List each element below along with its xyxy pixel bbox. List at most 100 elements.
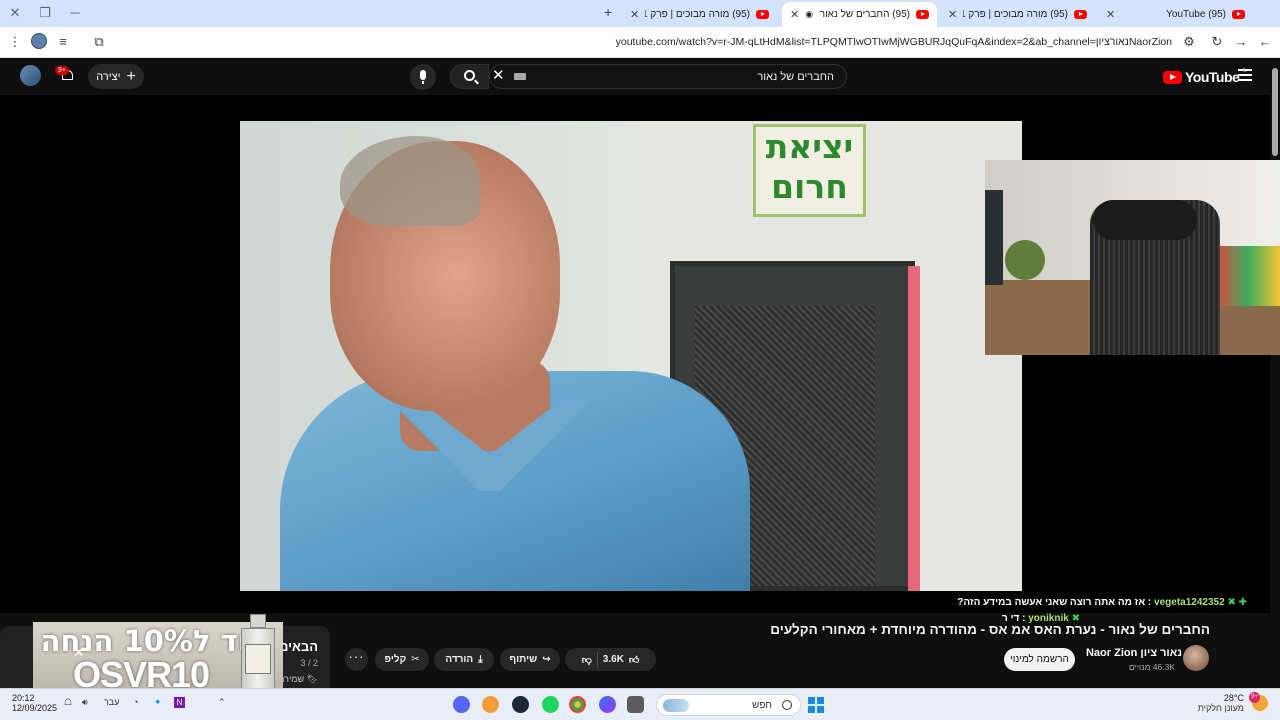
download-button[interactable]: ⤓ הורדה bbox=[434, 648, 494, 671]
scissors-icon: ✂ bbox=[411, 654, 420, 665]
like-dislike-group: 👍︎ 3.6K 👎︎ bbox=[565, 648, 656, 671]
network-icon[interactable]: ☖ bbox=[64, 697, 72, 708]
chat-username: vegeta1242352 bbox=[1154, 597, 1225, 608]
window-minimize-icon[interactable]: ─ bbox=[65, 3, 85, 23]
audio-playing-icon[interactable]: ◉ bbox=[805, 9, 813, 20]
task-view-icon[interactable] bbox=[627, 696, 644, 713]
search-query[interactable]: החברים של נאור bbox=[757, 71, 834, 83]
more-actions-button[interactable]: ··· bbox=[345, 648, 368, 671]
chrome-icon[interactable] bbox=[569, 696, 586, 713]
new-tab-icon[interactable]: + bbox=[604, 4, 612, 20]
dislike-icon[interactable]: 👎︎ bbox=[582, 654, 592, 666]
browser-tab-4[interactable]: (95) מורה מבוכים | פרק 1: ההר ✕ bbox=[622, 3, 777, 25]
search-input[interactable]: החברים של נאור bbox=[489, 64, 847, 89]
tab-close-icon[interactable]: ✕ bbox=[630, 8, 639, 21]
create-button[interactable]: + יצירה bbox=[88, 64, 144, 89]
plus-icon: + bbox=[126, 67, 136, 85]
logo-text: YouTube bbox=[1185, 69, 1240, 85]
channel-avatar[interactable] bbox=[1183, 645, 1209, 671]
discord-icon[interactable] bbox=[453, 696, 470, 713]
forward-icon[interactable]: → bbox=[1232, 33, 1250, 51]
browser-tab-active[interactable]: (95) החברים של נאור - נערת ◉ ✕ bbox=[782, 2, 937, 27]
clock[interactable]: 20:12 12/09/2025 bbox=[12, 693, 57, 713]
clock-time: 20:12 bbox=[12, 693, 35, 703]
app-icon[interactable] bbox=[482, 696, 499, 713]
weather-desc: מעונן חלקית bbox=[1197, 703, 1244, 713]
tab-title: (95) מורה מבוכים | פרק 1: ההר bbox=[645, 8, 750, 20]
channel-name[interactable]: נאור ציון Naor Zion bbox=[1086, 647, 1182, 659]
onenote-icon[interactable]: N bbox=[174, 697, 185, 708]
webcam-overlay bbox=[985, 160, 1280, 355]
youtube-play-icon bbox=[1163, 70, 1182, 84]
user-avatar[interactable] bbox=[20, 65, 41, 86]
scrollbar-thumb[interactable] bbox=[1272, 68, 1278, 156]
video-player[interactable]: יציאת חרום bbox=[0, 95, 1280, 613]
ad-close-icon[interactable]: ✕ bbox=[73, 644, 85, 661]
search-icon bbox=[782, 700, 792, 710]
download-label: הורדה bbox=[445, 654, 474, 665]
tab-close-icon[interactable]: ✕ bbox=[948, 8, 957, 21]
wifi-icon[interactable]: ◔ bbox=[133, 697, 138, 707]
playlist-title: הבאים bbox=[279, 639, 318, 654]
meta-icon[interactable] bbox=[599, 696, 616, 713]
weather-badge: 9+ bbox=[1249, 692, 1260, 703]
window-close-icon[interactable]: ✕ bbox=[5, 3, 25, 23]
search-button[interactable] bbox=[450, 64, 489, 89]
playlist-save[interactable]: 🔖︎ שמירה bbox=[279, 674, 318, 685]
taskbar-search[interactable]: חפש bbox=[656, 694, 801, 716]
keyboard-icon[interactable] bbox=[514, 73, 526, 80]
share-button[interactable]: ↪ שיתוף bbox=[500, 648, 560, 671]
media-controls-icon[interactable]: ≡ bbox=[54, 33, 72, 51]
subscriber-count: 46.3K מנויים bbox=[1129, 662, 1175, 672]
lang-indicator[interactable]: עבר bbox=[104, 697, 119, 707]
weather-temp: 28°C bbox=[1223, 693, 1244, 703]
exit-sign: יציאת חרום bbox=[753, 124, 866, 217]
clear-search-icon[interactable]: ✕ bbox=[492, 68, 505, 83]
reload-icon[interactable]: ↻ bbox=[1208, 33, 1226, 51]
weather-widget[interactable]: 28°C מעונן חלקית bbox=[1198, 693, 1244, 713]
tab-title: (95) החברים של נאור - נערת bbox=[819, 9, 910, 20]
profile-avatar[interactable] bbox=[31, 33, 47, 49]
start-icon[interactable] bbox=[808, 697, 824, 713]
browser-tab-2[interactable]: (95) מורה מבוכים | פרק 1: ההרפת ✕ bbox=[940, 3, 1095, 25]
window-restore-icon[interactable]: ❐ bbox=[35, 3, 55, 23]
browser-tab-1[interactable]: (95) YouTube ✕ bbox=[1098, 3, 1253, 25]
tab-close-icon[interactable]: ✕ bbox=[790, 8, 799, 21]
clip-label: קליפ bbox=[384, 654, 407, 665]
youtube-logo[interactable]: YouTube IL bbox=[1163, 68, 1248, 85]
tray-chevron-icon[interactable]: ⌃ bbox=[218, 697, 226, 708]
chat-badge-icon: ✚ ✖ bbox=[1227, 597, 1247, 608]
logo-region: IL bbox=[1242, 68, 1248, 74]
clip-button[interactable]: ✂ קליפ bbox=[375, 648, 429, 671]
taskbar: 9+ 28°C מעונן חלקית חפש ⌃ N ✦ ◔ עבר 🔊︎ ☖… bbox=[0, 688, 1280, 720]
like-count[interactable]: 3.6K bbox=[603, 654, 624, 665]
youtube-header: YouTube IL החברים של נאור ✕ + יצירה 9+ bbox=[0, 58, 1270, 95]
site-settings-icon[interactable]: ⚙ bbox=[1180, 33, 1198, 51]
address-bar[interactable]: youtube.com/watch?v=r-JM-qLtHdM&list=TLP… bbox=[116, 30, 1202, 55]
video-frame[interactable]: יציאת חרום bbox=[240, 121, 1022, 591]
tab-title: (95) מורה מבוכים | פרק 1: ההרפת bbox=[963, 8, 1068, 20]
notification-badge: 9+ bbox=[55, 66, 69, 75]
youtube-favicon-icon bbox=[1232, 9, 1245, 19]
browser-menu-icon[interactable]: ⋮ bbox=[6, 33, 24, 51]
steam-icon[interactable] bbox=[512, 696, 529, 713]
subscribe-button[interactable]: הרשמה למינוי bbox=[1004, 648, 1075, 671]
volume-icon[interactable]: 🔊︎ bbox=[82, 697, 88, 708]
create-label: יצירה bbox=[96, 70, 121, 83]
search-highlight-icon bbox=[663, 699, 689, 712]
back-icon[interactable]: ← bbox=[1256, 33, 1274, 51]
tab-close-icon[interactable]: ✕ bbox=[1106, 8, 1115, 21]
page-scrollbar[interactable] bbox=[1270, 58, 1280, 688]
url-text[interactable]: youtube.com/watch?v=r-JM-qLtHdM&list=TLP… bbox=[616, 36, 1172, 48]
browser-tab-strip: ✕ ❐ ─ (95) YouTube ✕ (95) מורה מבוכים | … bbox=[0, 0, 1280, 27]
chat-message: ✚ ✖ vegeta1242352 : אז מה אתה רוצה שאני … bbox=[957, 597, 1247, 608]
spotify-icon[interactable] bbox=[542, 696, 559, 713]
youtube-favicon-icon bbox=[916, 10, 929, 19]
voice-search-icon[interactable] bbox=[410, 64, 436, 90]
tray-app-icon[interactable]: ✦ bbox=[154, 697, 162, 708]
bookmark-icon: 🔖︎ bbox=[306, 674, 318, 684]
extensions-icon[interactable]: ⧉ bbox=[90, 33, 108, 51]
youtube-favicon-icon bbox=[1074, 9, 1087, 19]
tab-title: (95) YouTube bbox=[1166, 8, 1226, 20]
like-icon[interactable]: 👍︎ bbox=[629, 654, 639, 666]
